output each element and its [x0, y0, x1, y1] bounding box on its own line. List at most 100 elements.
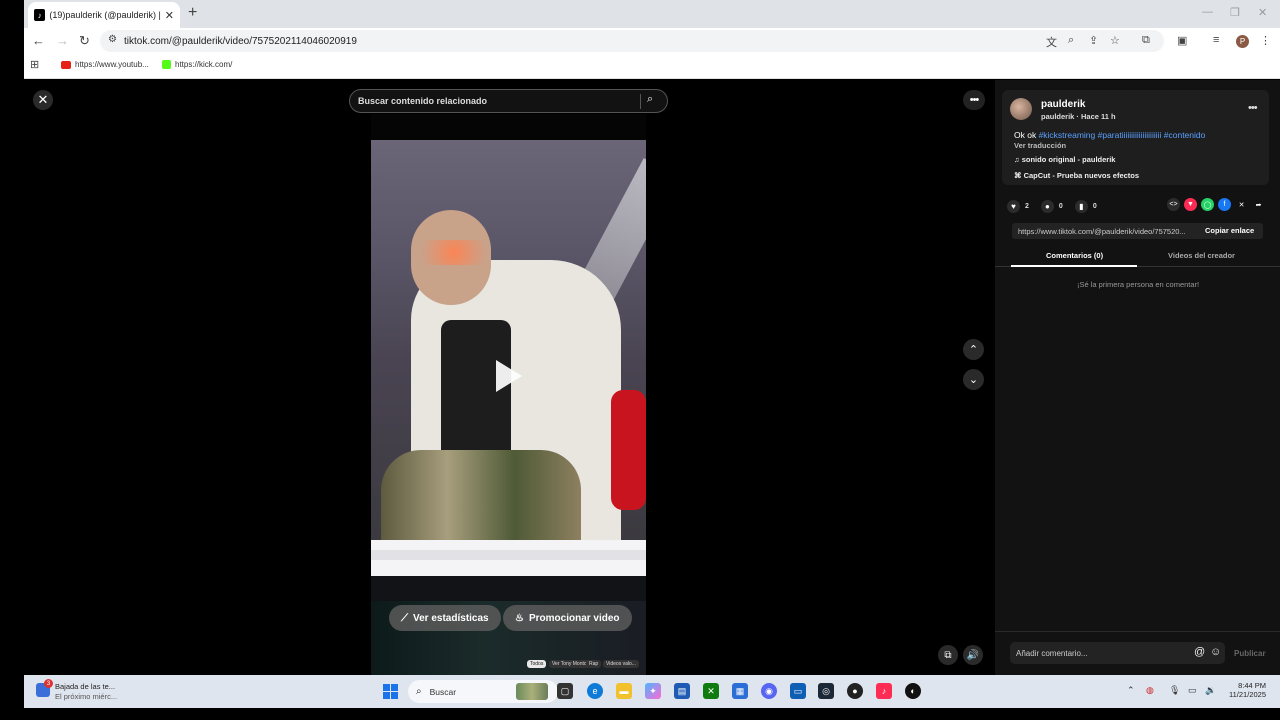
embed-icon[interactable]: <>	[1167, 198, 1180, 211]
teams-icon[interactable]: ▦	[732, 683, 748, 699]
video-screen-bar	[371, 540, 646, 576]
video-frame[interactable]	[371, 140, 646, 540]
apps-grid-icon[interactable]: ⊞	[30, 58, 39, 71]
taskbar: 3 Bajada de las te... El próximo miérc..…	[24, 675, 1280, 708]
reload-icon[interactable]: ↻	[79, 33, 90, 49]
tab-title: (19)paulderik (@paulderik) | Tik	[49, 10, 161, 20]
like-count: 2	[1025, 203, 1029, 210]
share-link-text[interactable]: https://www.tiktok.com/@paulderik/video/…	[1018, 227, 1196, 236]
tiktok-app-icon[interactable]: ♪	[876, 683, 892, 699]
comment-icon[interactable]: ●	[1040, 200, 1054, 213]
new-tab-icon[interactable]: +	[188, 4, 197, 22]
bookmarks-bar: ⊞ https://www.youtub... https://kick.com…	[24, 54, 1280, 79]
back-icon[interactable]: ←	[32, 33, 45, 48]
copy-link-button[interactable]: Copiar enlace	[1205, 226, 1254, 235]
creator-username[interactable]: paulderik	[1041, 99, 1085, 110]
app-window-icon[interactable]: ▭	[790, 683, 806, 699]
hashtag-link[interactable]: #kickstreaming	[1039, 130, 1096, 140]
taskbar-search-label: Buscar	[429, 686, 457, 697]
heart-icon[interactable]: ♥	[1007, 200, 1020, 213]
tab-comments[interactable]: Comentarios (0)	[1046, 251, 1103, 260]
publish-button[interactable]: Publicar	[1234, 649, 1266, 658]
capcut-link[interactable]: ⌘ CapCut - Prueba nuevos efectos	[1014, 171, 1139, 180]
file-explorer-icon[interactable]: ▬	[616, 683, 632, 699]
browser-tab[interactable]: ♪ (19)paulderik (@paulderik) | Tik ✕	[28, 2, 180, 28]
profile-avatar[interactable]: P	[1236, 35, 1249, 48]
obs-icon[interactable]: ●	[847, 683, 863, 699]
bookmark-icon[interactable]: ▮	[1074, 200, 1088, 213]
capcut-icon: ⌘	[1014, 171, 1024, 180]
start-button[interactable]	[383, 684, 398, 699]
minimize-icon[interactable]: —	[1202, 6, 1213, 18]
store-icon[interactable]: ▤	[674, 683, 690, 699]
bookmark-kick[interactable]: https://kick.com/	[162, 60, 232, 69]
tray-app-icon[interactable]: ◍	[1146, 685, 1154, 696]
tab-creator-videos[interactable]: Videos del creador	[1168, 251, 1235, 260]
taskbar-search[interactable]: ⌕ Buscar	[408, 680, 558, 703]
translate-icon[interactable]: 文	[1046, 34, 1057, 50]
bookmark-star-icon[interactable]: ☆	[1110, 34, 1120, 47]
facebook-icon[interactable]: f	[1218, 198, 1231, 211]
search-icon[interactable]: ⌕	[647, 93, 653, 106]
volume-button[interactable]: 🔊	[963, 645, 983, 665]
tab-close-icon[interactable]: ✕	[165, 9, 174, 22]
comment-input[interactable]: Añadir comentario... @ ☺	[1010, 642, 1225, 664]
restore-icon[interactable]: ❐	[1230, 6, 1240, 19]
xbox-icon[interactable]: ✕	[703, 683, 719, 699]
see-translation-link[interactable]: Ver traducción	[1014, 141, 1066, 150]
site-info-icon[interactable]: ⚙	[108, 34, 117, 45]
weather-headline: Bajada de las te...	[55, 682, 116, 691]
flame-icon: ♨	[515, 612, 524, 624]
promote-video-button[interactable]: ♨ Promocionar video	[503, 605, 632, 631]
floating-player-button[interactable]: ⧉	[938, 645, 958, 665]
search-divider	[640, 94, 641, 109]
hashtag-link[interactable]: #contenido	[1164, 130, 1206, 140]
share-arrow-icon[interactable]: ➦	[1252, 198, 1265, 211]
view-stats-button[interactable]: ⟋ Ver estadísticas	[389, 605, 501, 631]
steam-icon[interactable]: ◎	[818, 683, 834, 699]
x-icon[interactable]: ✕	[1235, 198, 1248, 211]
post-info-card: paulderik paulderik · Hace 11 h ••• Ok o…	[1002, 90, 1269, 185]
whatsapp-icon[interactable]: ◯	[1201, 198, 1214, 211]
zoom-icon[interactable]: ⌕	[1068, 34, 1074, 47]
side-panel-icon[interactable]: ▣	[1177, 34, 1187, 47]
send-icon[interactable]: ▼	[1184, 198, 1197, 211]
creator-avatar[interactable]	[1010, 98, 1032, 120]
window-close-icon[interactable]: ✕	[1258, 6, 1267, 19]
mention-icon[interactable]: @	[1194, 646, 1205, 658]
close-video-button[interactable]: ✕	[33, 90, 53, 110]
speaker-icon[interactable]: 🔉	[1205, 685, 1216, 696]
related-search-input[interactable]: Buscar contenido relacionado ⌕	[349, 89, 668, 113]
address-bar[interactable]: ⚙ tiktok.com/@paulderik/video/7575202114…	[100, 30, 1164, 52]
next-video-button[interactable]: ⌄	[963, 369, 984, 390]
tray-chevron-icon[interactable]: ⌃	[1127, 685, 1135, 696]
network-icon[interactable]: ▭	[1188, 685, 1197, 696]
forward-icon[interactable]: →	[56, 33, 69, 48]
app-icon[interactable]: ◐	[905, 683, 921, 699]
tiktok-favicon-icon: ♪	[34, 9, 46, 21]
overlay-tab: Videos valo...	[603, 660, 639, 668]
sound-link[interactable]: ♫ sonido original - paulderik	[1014, 155, 1115, 164]
bookmark-youtube[interactable]: https://www.youtub...	[61, 60, 149, 69]
more-options-button[interactable]: •••	[963, 90, 985, 110]
previous-video-button[interactable]: ⌃	[963, 339, 984, 360]
microphone-icon[interactable]: 🎙	[1169, 685, 1180, 696]
clock[interactable]: 8:44 PM 11/21/2025	[1216, 681, 1266, 699]
capcut-label: CapCut - Prueba nuevos efectos	[1023, 171, 1140, 180]
play-icon[interactable]	[496, 360, 522, 392]
video-player[interactable]: Todos Ver Tony Montoy Rap Videos valo...	[371, 114, 646, 675]
browser-menu-icon[interactable]: ⋮	[1260, 34, 1271, 47]
post-more-icon[interactable]: •••	[1248, 102, 1258, 114]
search-icon: ⌕	[416, 686, 422, 697]
install-icon[interactable]: ⇪	[1089, 34, 1098, 47]
task-view-icon[interactable]: ▢	[557, 683, 573, 699]
edge-icon[interactable]: e	[587, 683, 603, 699]
extensions-icon[interactable]: ⧉	[1142, 34, 1150, 47]
media-icon[interactable]: ≡	[1213, 34, 1219, 46]
copilot-icon[interactable]: ✦	[645, 683, 661, 699]
panel-tabs: Comentarios (0) Videos del creador	[995, 245, 1280, 267]
emoji-icon[interactable]: ☺	[1210, 646, 1221, 658]
camo-sleeve	[381, 450, 581, 540]
discord-icon[interactable]: ◉	[761, 683, 777, 699]
hashtag-link[interactable]: #paratiiiiiiiiiiiiiiiiiiiii	[1098, 130, 1162, 140]
